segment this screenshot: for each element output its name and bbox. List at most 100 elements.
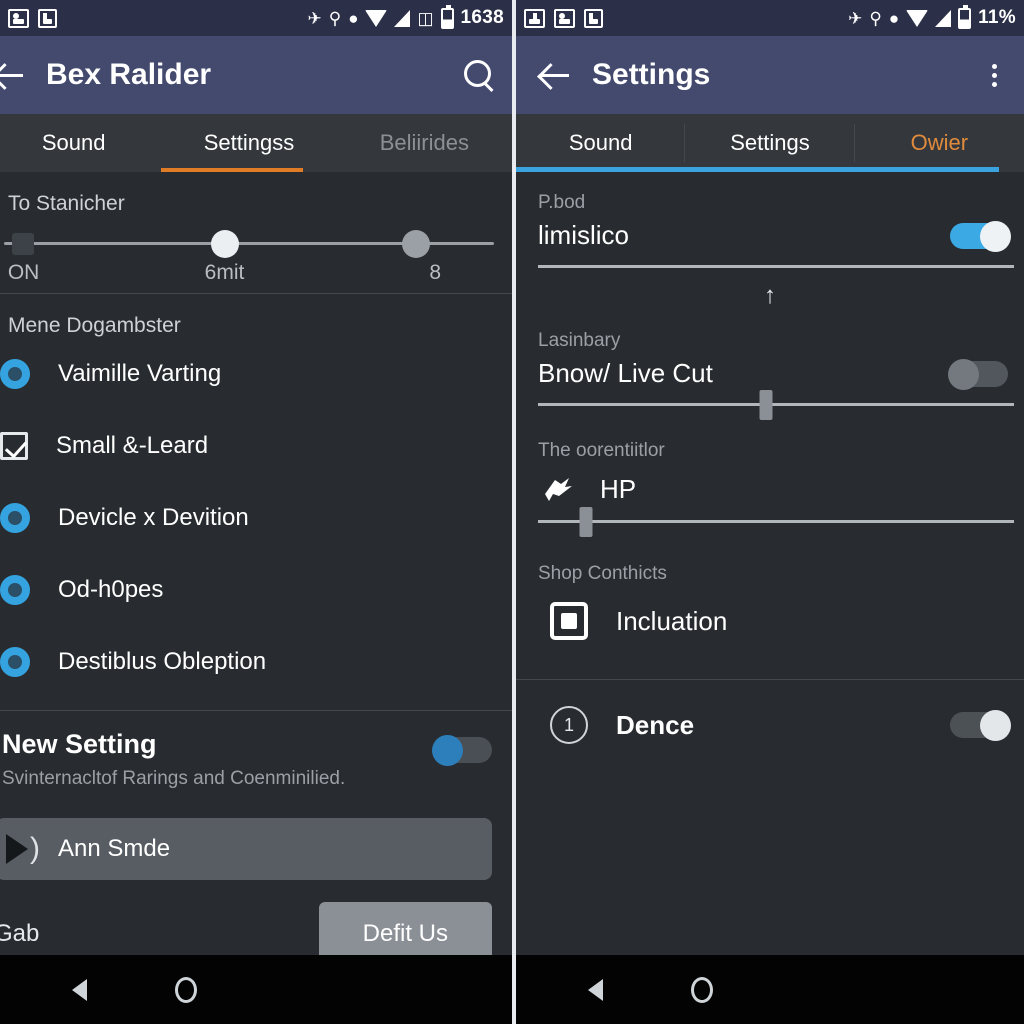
list-item[interactable]: Od-h0pes [0,554,512,626]
right-tab-bar: Sound Settings Owier [516,114,1024,172]
wifi-icon [906,9,929,27]
left-navigation-bar [0,955,512,1024]
dot [991,63,997,69]
battery-icon [958,4,972,29]
badge-count-icon: 1 [550,706,588,744]
section-2-toggle[interactable] [948,358,1008,390]
section-3-row-title: HP [600,473,637,504]
left-content-area: To Stanicher ON 6mit 8 Mene Dogambster V… [0,172,512,955]
nav-home-icon[interactable] [691,976,713,1003]
list-item-label: Devicle x Devition [58,504,249,531]
section-5-row-title: Dence [616,709,695,740]
list-item[interactable]: Destiblus Obleption [0,626,512,698]
back-arrow-icon[interactable] [532,52,578,98]
image-notification-icon [8,8,29,28]
range-slider-labels: ON 6mit 8 [4,261,494,287]
page-title: Bex Ralider [46,58,212,91]
section-5-row[interactable]: 1 Dence [516,680,1024,770]
up-arrow-icon: ↑ [764,282,776,309]
toggle-knob [948,358,979,390]
radio-icon[interactable] [0,647,30,677]
nav-home-icon[interactable] [175,976,197,1003]
radio-icon[interactable] [0,503,30,533]
nav-back-icon[interactable] [588,978,603,1001]
slider-track[interactable] [538,389,1014,420]
range-slider-track[interactable] [4,229,494,258]
bluetooth-person-icon: ⚲ [328,8,342,28]
tab-settings[interactable]: Settings [685,114,855,172]
slider-thumb[interactable] [759,389,773,420]
section-1-toggle[interactable] [950,220,1011,252]
left-status-notification-icons [8,8,57,28]
defit-us-button[interactable]: Defit Us [318,902,492,955]
list-item[interactable]: Devicle x Devition [0,482,512,554]
new-setting-text: New Setting Svinternacltof Rarings and C… [2,729,434,790]
bluetooth-person-icon: ⚲ [869,8,882,28]
dot [991,72,997,78]
options-section-heading: Mene Dogambster [8,314,181,337]
toggle-knob [432,735,463,766]
right-status-system-icons: ✈ ⚲ ● 11% [848,4,1016,29]
checkbox-icon[interactable] [0,432,28,460]
left-status-system-icons: ✈ ⚲ ● ◫ 1638 [307,4,504,29]
bird-icon [538,472,578,506]
range-slider-block[interactable]: ON 6mit 8 [0,216,512,293]
tab-settingss[interactable]: Settingss [161,114,336,172]
info-notification-icon [38,8,57,28]
range-slider-thumb-primary[interactable] [210,229,239,258]
vibrate-icon: ◫ [417,8,434,28]
tab-owier[interactable]: Owier [855,114,1024,172]
range-slider-thumb-secondary[interactable] [401,229,430,258]
range-label-mid: 6mit [204,261,245,284]
play-icon[interactable] [6,834,28,864]
left-phone-screen: ✈ ⚲ ● ◫ 1638 Bex Ralider Sound Settingss… [0,0,512,1024]
range-label-max: 8 [429,261,442,284]
square-checkbox-icon[interactable] [550,602,588,640]
tab-sound[interactable]: Sound [516,114,686,172]
wifi-icon [365,9,388,27]
slider-track[interactable] [538,265,1014,268]
section-1-slider[interactable] [516,251,1024,272]
airplane-cut-icon: ✈ [848,8,863,28]
section-2-slider[interactable] [516,389,1024,420]
slider-thumb[interactable] [579,506,593,537]
section-3-slider[interactable] [516,506,1024,537]
right-navigation-bar [516,955,1024,1024]
new-setting-toggle[interactable] [432,735,492,766]
section-3-row[interactable]: HP [516,462,1024,506]
page-title: Settings [592,58,711,91]
tab-sound[interactable]: Sound [0,114,161,172]
airplane-cut-icon: ✈ [307,8,322,28]
ann-smde-label: Ann Smde [58,835,171,862]
radio-icon[interactable] [0,359,30,389]
ann-smde-row[interactable]: ) Ann Smde [0,818,492,880]
section-5-toggle[interactable] [950,710,1011,741]
new-setting-subtitle: Svinternacltof Rarings and Coenminilied. [2,768,346,789]
section-2-row-title: Bnow/ Live Cut [538,358,713,388]
search-icon[interactable] [460,57,496,93]
clock-label: 1638 [460,7,504,28]
list-item[interactable]: Vaimille Varting [0,338,512,410]
tab-settings-label: Settings [730,130,810,155]
back-arrow-icon[interactable] [0,52,32,98]
nav-back-icon[interactable] [72,978,87,1001]
tab-beliirides[interactable]: Beliirides [337,114,512,172]
section-4-heading: Shop Conthicts [538,563,667,584]
footer-label: Gab [0,920,40,947]
section-1-row[interactable]: limislico [516,214,1024,252]
left-tab-bar: Sound Settingss Beliirides [0,114,512,172]
dual-screenshot-container: ✈ ⚲ ● ◫ 1638 Bex Ralider Sound Settingss… [0,0,1024,1024]
list-item[interactable]: Small &-Leard [0,410,512,482]
list-item-label: Small &-Leard [56,432,209,459]
slider-track[interactable] [538,506,1014,537]
battery-percent-label: 11% [978,7,1016,28]
section-2-row[interactable]: Bnow/ Live Cut [516,352,1024,390]
more-vert-icon[interactable] [980,63,1008,87]
section-4-row[interactable]: Incluation [516,585,1024,657]
new-setting-block[interactable]: New Setting Svinternacltof Rarings and C… [0,711,512,808]
radio-icon[interactable] [0,575,30,605]
section-1-heading: P.bod [538,192,586,213]
dot [991,81,997,87]
section-1-row-title: limislico [538,220,629,250]
info-notification-icon [584,8,603,28]
